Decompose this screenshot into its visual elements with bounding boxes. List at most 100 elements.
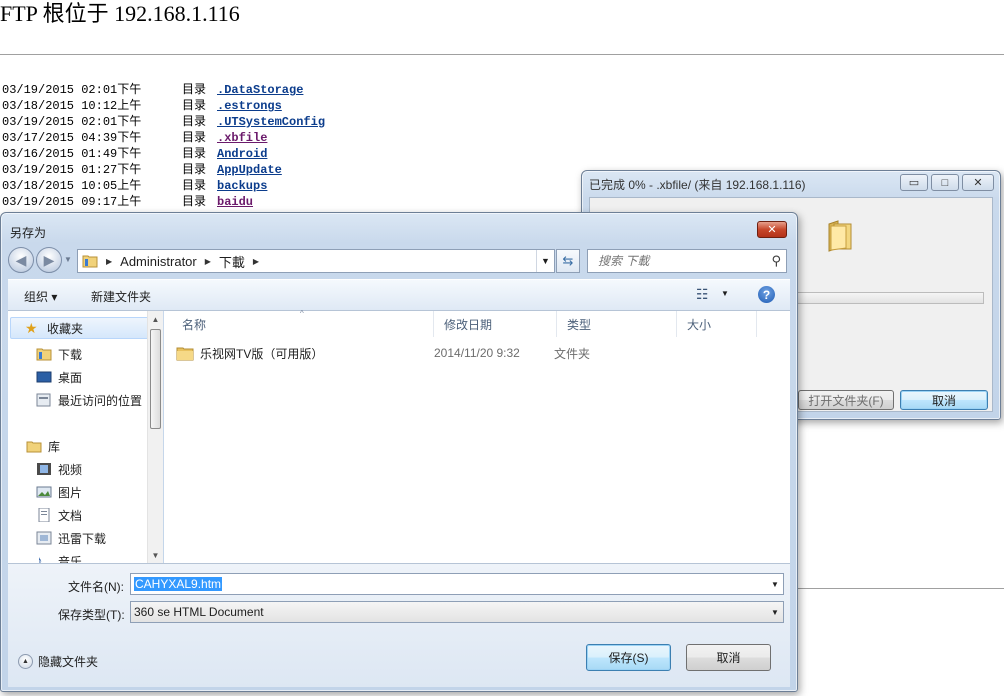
column-header-type[interactable]: 类型: [557, 311, 677, 337]
folder-icon: [176, 347, 194, 361]
folder-icon: [828, 220, 852, 252]
directory-link[interactable]: .xbfile: [217, 130, 267, 146]
list-item: 03/16/2015 01:49下午 目录 Android: [2, 146, 325, 162]
search-box[interactable]: ⚲: [587, 249, 787, 273]
file-name: 乐视网TV版（可用版）: [200, 346, 324, 361]
recent-locations-icon[interactable]: ▼: [64, 255, 72, 264]
collapse-icon: ▲: [18, 654, 33, 669]
divider: [0, 54, 1004, 55]
directory-link[interactable]: .UTSystemConfig: [217, 114, 325, 130]
nav-item-desktop[interactable]: 桌面: [36, 366, 82, 388]
toolbar: 组织 ▾ 新建文件夹 ☷ ▼ ?: [8, 279, 790, 311]
hide-folders-toggle[interactable]: ▲ 隐藏文件夹: [18, 653, 98, 670]
cancel-download-button[interactable]: 取消: [900, 390, 988, 410]
address-dropdown-icon[interactable]: ▼: [536, 250, 554, 272]
file-modified-date: 2014/11/20 9:32: [434, 346, 520, 360]
maximize-icon: □: [941, 176, 949, 189]
nav-label: 视频: [58, 462, 83, 477]
save-as-dialog: 另存为 ✕ ◀ ▶ ▼ ▶ Administrator ▶ 下載 ▶ ▼ ⇆ ⚲…: [0, 212, 798, 692]
directory-link[interactable]: AppUpdate: [217, 162, 282, 178]
nav-label: 收藏夹: [47, 321, 84, 336]
recent-places-icon: [36, 393, 51, 407]
refresh-button[interactable]: ⇆: [556, 249, 580, 273]
directory-link[interactable]: .DataStorage: [217, 82, 303, 98]
download-folder-icon: [36, 348, 52, 361]
search-icon[interactable]: ⚲: [771, 253, 781, 269]
scroll-down-icon[interactable]: ▼: [148, 547, 163, 563]
filetype-select[interactable]: 360 se HTML Document ▼: [130, 601, 784, 623]
view-options-icon[interactable]: ☷: [696, 286, 709, 303]
close-button[interactable]: ✕: [962, 174, 994, 191]
help-icon[interactable]: ?: [758, 286, 775, 303]
file-type: 文件夹: [554, 346, 591, 361]
column-header-size[interactable]: 大小: [677, 311, 757, 337]
entry-kind: 目录: [182, 83, 207, 97]
chevron-down-icon[interactable]: ▼: [767, 574, 783, 594]
view-dropdown-icon[interactable]: ▼: [721, 289, 729, 298]
entry-kind: 目录: [182, 99, 207, 113]
chevron-down-icon[interactable]: ▼: [767, 602, 783, 622]
address-bar[interactable]: ▶ Administrator ▶ 下載 ▶ ▼: [77, 249, 555, 273]
column-label: 类型: [567, 317, 592, 332]
nav-item-videos[interactable]: 视频: [36, 458, 82, 480]
refresh-icon: ⇆: [562, 253, 574, 268]
entry-kind: 目录: [182, 131, 207, 145]
maximize-button[interactable]: □: [931, 174, 959, 191]
search-input[interactable]: [596, 253, 756, 269]
breadcrumb-item[interactable]: 下載: [219, 252, 245, 271]
list-item: 03/18/2015 10:12上午 目录 .estrongs: [2, 98, 325, 114]
file-row[interactable]: 乐视网TV版（可用版） 2014/11/20 9:32 文件夹: [176, 343, 654, 363]
scroll-up-icon[interactable]: ▲: [148, 311, 163, 327]
nav-favorites[interactable]: ★ 收藏夹: [10, 317, 150, 339]
library-icon: [26, 441, 42, 453]
list-item: 03/18/2015 10:05上午 目录 backups: [2, 178, 325, 194]
breadcrumb-separator-icon: ▶: [204, 256, 211, 266]
nav-label: 最近访问的位置: [58, 393, 143, 408]
list-item: 03/19/2015 02:01下午 目录 .DataStorage: [2, 82, 325, 98]
new-folder-button[interactable]: 新建文件夹: [91, 288, 151, 305]
minimize-button[interactable]: ▭: [900, 174, 928, 191]
directory-link[interactable]: backups: [217, 178, 267, 194]
open-folder-button[interactable]: 打开文件夹(F): [798, 390, 894, 410]
dialog-title: 另存为: [10, 226, 47, 240]
directory-link[interactable]: baidu: [217, 194, 253, 210]
nav-item-downloads[interactable]: 下载: [36, 343, 82, 365]
scrollbar-thumb[interactable]: [150, 329, 161, 429]
nav-label: 图片: [58, 485, 83, 500]
forward-button[interactable]: ▶: [36, 247, 62, 273]
filetype-value: 360 se HTML Document: [134, 605, 264, 619]
column-label: 修改日期: [444, 317, 493, 332]
forward-arrow-icon: ▶: [43, 251, 55, 268]
nav-item-music[interactable]: ♪ 音乐: [36, 550, 82, 564]
close-icon: ✕: [767, 224, 777, 236]
folder-icon: [82, 255, 98, 268]
filename-field[interactable]: CAHYXAL9.htm ▼: [130, 573, 784, 595]
music-icon: ♪: [36, 553, 43, 564]
directory-link[interactable]: .estrongs: [217, 98, 282, 114]
document-icon: [38, 508, 50, 522]
close-button[interactable]: ✕: [757, 221, 787, 238]
directory-link[interactable]: Android: [217, 146, 267, 162]
breadcrumb-item[interactable]: Administrator: [120, 254, 197, 269]
nav-libraries[interactable]: 库: [26, 435, 60, 457]
column-header-date[interactable]: 修改日期: [434, 311, 557, 337]
back-button[interactable]: ◀: [8, 247, 34, 273]
save-button[interactable]: 保存(S): [586, 644, 671, 671]
nav-scrollbar[interactable]: ▲ ▼: [147, 311, 163, 563]
column-header-name[interactable]: 名称 ^: [172, 309, 434, 337]
entry-date: 03/16/2015 01:49下午: [2, 147, 142, 161]
list-item: 03/19/2015 02:01下午 目录 .UTSystemConfig: [2, 114, 325, 130]
nav-item-thunder-downloads[interactable]: 迅雷下载: [36, 527, 106, 549]
nav-item-pictures[interactable]: 图片: [36, 481, 82, 503]
entry-kind: 目录: [182, 147, 207, 161]
entry-date: 03/17/2015 04:39下午: [2, 131, 142, 145]
nav-label: 文档: [58, 508, 83, 523]
nav-item-recent[interactable]: 最近访问的位置: [36, 389, 142, 411]
nav-label: 库: [48, 439, 61, 454]
nav-label: 迅雷下载: [58, 531, 107, 546]
cancel-button[interactable]: 取消: [686, 644, 771, 671]
entry-kind: 目录: [182, 115, 207, 129]
organize-menu[interactable]: 组织 ▾: [24, 288, 57, 305]
file-list-pane: 名称 ^ 修改日期 类型 大小 乐视网TV版（可用版） 2014/11/20 9…: [164, 309, 790, 563]
nav-item-documents[interactable]: 文档: [36, 504, 82, 526]
